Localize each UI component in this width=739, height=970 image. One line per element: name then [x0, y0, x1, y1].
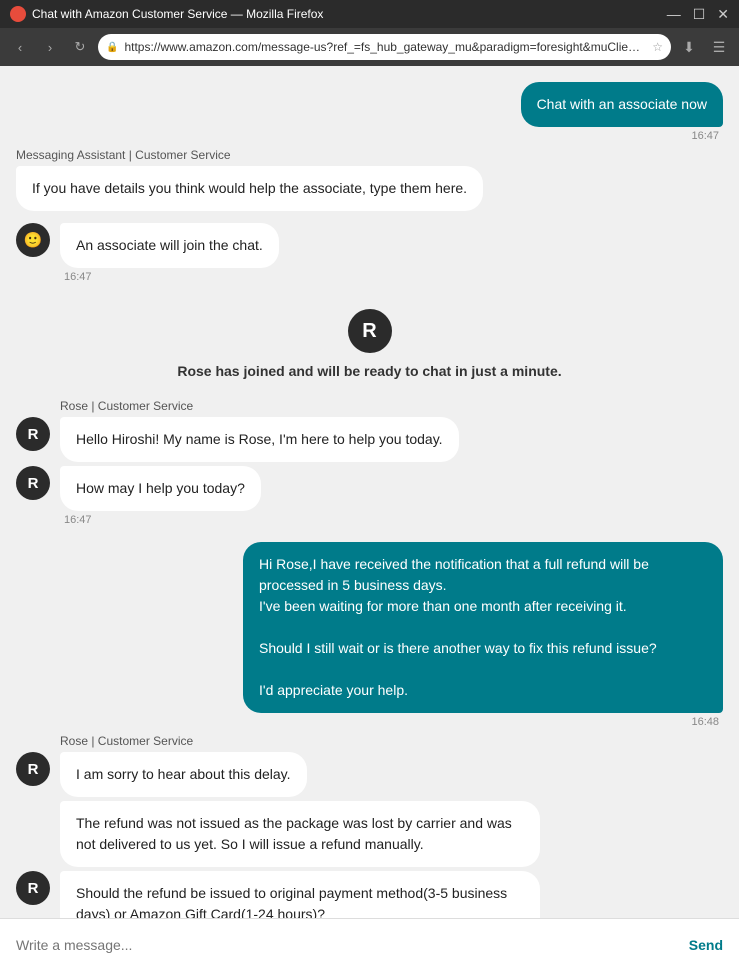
menu-button[interactable]: ☰ — [707, 35, 731, 59]
agent-bubble-2c-content: Should the refund be issued to original … — [60, 871, 540, 918]
agent-bubble-row-1b: R How may I help you today? 16:47 — [16, 466, 723, 526]
close-button[interactable]: ✕ — [717, 7, 729, 21]
join-notification: R Rose has joined and will be ready to c… — [16, 309, 723, 379]
window-title: Chat with Amazon Customer Service — Mozi… — [32, 7, 667, 21]
user-bubble-2-line3: Should I still wait or is there another … — [259, 640, 657, 656]
address-bar[interactable]: 🔒 https://www.amazon.com/message-us?ref_… — [98, 34, 671, 60]
user-message-2: Hi Rose,I have received the notification… — [16, 542, 723, 728]
agent-bubble-row-2c: R Should the refund be issued to origina… — [16, 871, 723, 918]
user-bubble-2-line4: I'd appreciate your help. — [259, 682, 408, 698]
back-button[interactable]: ‹ — [8, 35, 32, 59]
url-text: https://www.amazon.com/message-us?ref_=f… — [124, 40, 646, 54]
rose-avatar-1: R — [16, 417, 50, 451]
rose-avatar-2: R — [16, 466, 50, 500]
system-bubble-2-content: An associate will join the chat. 16:47 — [60, 223, 279, 283]
system-avatar-icon: 🙂 — [24, 231, 43, 249]
forward-button[interactable]: › — [38, 35, 62, 59]
maximize-button[interactable]: ☐ — [693, 7, 706, 21]
bookmark-icon[interactable]: ☆ — [652, 40, 663, 54]
window-controls[interactable]: — ☐ ✕ — [667, 7, 729, 21]
system-avatar: 🙂 — [16, 223, 50, 257]
agent-timestamp-1: 16:47 — [64, 514, 261, 526]
rose-join-avatar: R — [348, 309, 392, 353]
agent-bubble-row-1a: R Hello Hiroshi! My name is Rose, I'm he… — [16, 417, 723, 462]
send-button[interactable]: Send — [689, 937, 723, 953]
refresh-button[interactable]: ↻ — [68, 35, 92, 59]
user-timestamp-2: 16:48 — [691, 716, 719, 728]
agent-bubble-row-2a: R I am sorry to hear about this delay. — [16, 752, 723, 797]
system-bubble-2: An associate will join the chat. — [60, 223, 279, 268]
agent-bubble-row-2b: The refund was not issued as the package… — [60, 801, 723, 867]
agent-bubble-1b-content: How may I help you today? 16:47 — [60, 466, 261, 526]
agent-message-block-2: Rose | Customer Service R I am sorry to … — [16, 734, 723, 918]
rose-avatar-4: R — [16, 871, 50, 905]
user-message-1: Chat with an associate now 16:47 — [16, 82, 723, 142]
rose-avatar-3: R — [16, 752, 50, 786]
agent-message-block-1: Rose | Customer Service R Hello Hiroshi!… — [16, 399, 723, 530]
agent-bubble-2c: Should the refund be issued to original … — [60, 871, 540, 918]
extensions-button[interactable]: ⬇ — [677, 35, 701, 59]
system-message-block: Messaging Assistant | Customer Service I… — [16, 148, 723, 211]
agent-label-2: Rose | Customer Service — [60, 734, 723, 748]
system-bubble-1: If you have details you think would help… — [16, 166, 483, 211]
minimize-button[interactable]: — — [667, 7, 681, 21]
agent-bubble-1b: How may I help you today? — [60, 466, 261, 511]
agent-bubble-2a: I am sorry to hear about this delay. — [60, 752, 307, 797]
agent-label-1: Rose | Customer Service — [60, 399, 723, 413]
chat-input-area: Send — [0, 918, 739, 970]
agent-bubble-2b: The refund was not issued as the package… — [60, 801, 540, 867]
user-timestamp-1: 16:47 — [691, 130, 719, 142]
user-bubble-2: Hi Rose,I have received the notification… — [243, 542, 723, 713]
join-text: Rose has joined and will be ready to cha… — [177, 363, 561, 379]
agent-bubble-1a: Hello Hiroshi! My name is Rose, I'm here… — [60, 417, 459, 462]
user-bubble-2-line2: I've been waiting for more than one mont… — [259, 598, 627, 614]
browser-bar: ‹ › ↻ 🔒 https://www.amazon.com/message-u… — [0, 28, 739, 66]
user-bubble-1: Chat with an associate now — [521, 82, 723, 127]
firefox-icon — [10, 6, 26, 22]
title-bar: Chat with Amazon Customer Service — Mozi… — [0, 0, 739, 28]
lock-icon: 🔒 — [106, 42, 118, 53]
user-bubble-2-line1: Hi Rose,I have received the notification… — [259, 556, 649, 593]
system-header: Messaging Assistant | Customer Service — [16, 148, 723, 162]
system-timestamp: 16:47 — [64, 271, 279, 283]
message-input[interactable] — [16, 937, 689, 953]
system-message-2: 🙂 An associate will join the chat. 16:47 — [16, 223, 723, 283]
chat-area: Chat with an associate now 16:47 Messagi… — [0, 66, 739, 918]
